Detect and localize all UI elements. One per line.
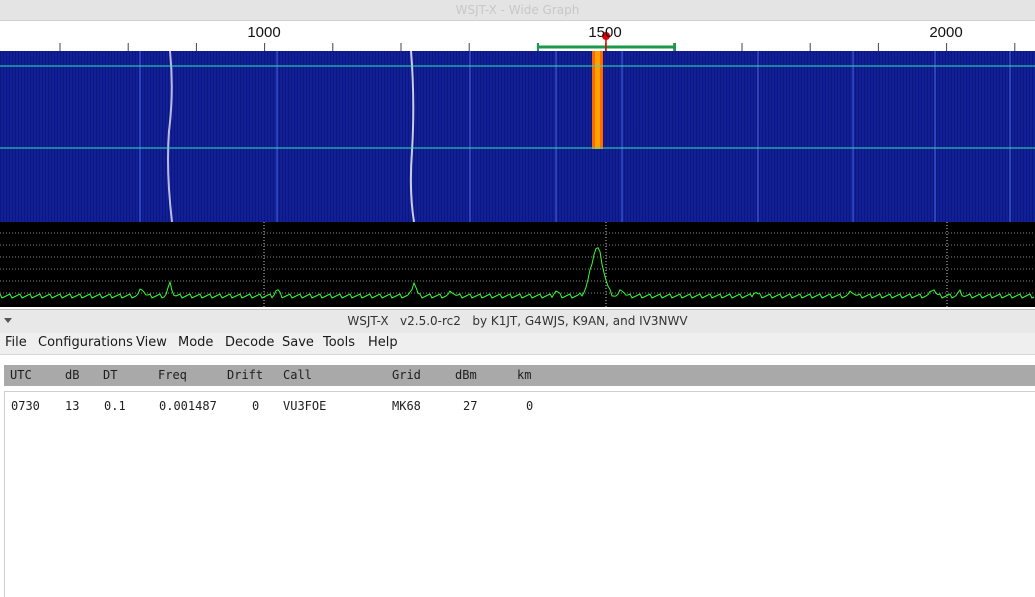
cell-db: 13 bbox=[65, 399, 80, 413]
decode-table-body[interactable]: 0730 13 0.1 0.001487 0 VU3FOE MK68 27 0 bbox=[4, 391, 1035, 597]
main-titlebar: WSJT-X v2.5.0-rc2 by K1JT, G4WJS, K9AN, … bbox=[0, 309, 1035, 333]
waterfall-svg bbox=[0, 51, 1035, 222]
menu-configurations[interactable]: Configurations bbox=[37, 335, 134, 350]
scale-label-2000: 2000 bbox=[929, 24, 962, 41]
waterfall-trace-left bbox=[167, 51, 173, 222]
cell-utc: 0730 bbox=[11, 399, 40, 413]
col-db[interactable]: dB bbox=[65, 368, 79, 382]
menu-bar: File Configurations View Mode Decode Sav… bbox=[0, 333, 1035, 355]
waterfall-faint-lines bbox=[139, 51, 1011, 222]
col-utc[interactable]: UTC bbox=[10, 368, 32, 382]
waterfall-trace-mid bbox=[409, 51, 415, 222]
col-dt[interactable]: DT bbox=[103, 368, 117, 382]
cell-dt: 0.1 bbox=[104, 399, 126, 413]
scale-label-1500: 1500 bbox=[588, 24, 621, 41]
menu-view[interactable]: View bbox=[135, 335, 168, 350]
cell-freq: 0.001487 bbox=[159, 399, 217, 413]
menu-decode[interactable]: Decode bbox=[224, 335, 275, 350]
menu-file[interactable]: File bbox=[4, 335, 28, 350]
col-grid[interactable]: Grid bbox=[392, 368, 421, 382]
spectrum-grid bbox=[0, 232, 1035, 294]
waterfall-display[interactable] bbox=[0, 51, 1035, 222]
col-dbm[interactable]: dBm bbox=[455, 368, 477, 382]
menu-tools[interactable]: Tools bbox=[322, 335, 356, 350]
cell-drift: 0 bbox=[252, 399, 260, 413]
spectrum-svg bbox=[0, 222, 1035, 307]
col-call[interactable]: Call bbox=[283, 368, 312, 382]
spectrum-trace bbox=[0, 247, 1035, 299]
main-window-title: WSJT-X v2.5.0-rc2 by K1JT, G4WJS, K9AN, … bbox=[347, 314, 688, 328]
spectrum-plot[interactable] bbox=[0, 222, 1035, 307]
wide-graph-title: WSJT-X - Wide Graph bbox=[455, 3, 580, 17]
cell-km: 0 bbox=[526, 399, 534, 413]
menu-mode[interactable]: Mode bbox=[177, 335, 214, 350]
cell-call: VU3FOE bbox=[283, 399, 327, 413]
menu-save[interactable]: Save bbox=[281, 335, 315, 350]
col-km[interactable]: km bbox=[517, 368, 531, 382]
cell-grid: MK68 bbox=[392, 399, 421, 413]
cell-dbm: 27 bbox=[463, 399, 478, 413]
frequency-scale-svg: 1000 1500 2000 bbox=[59, 24, 1016, 51]
wide-graph-titlebar: WSJT-X - Wide Graph bbox=[0, 0, 1035, 21]
menu-help[interactable]: Help bbox=[367, 335, 399, 350]
col-drift[interactable]: Drift bbox=[227, 368, 263, 382]
scale-label-1000: 1000 bbox=[247, 24, 280, 41]
decode-table-header: UTC dB DT Freq Drift Call Grid dBm km bbox=[4, 365, 1035, 386]
col-freq[interactable]: Freq bbox=[158, 368, 187, 382]
frequency-scale[interactable]: 1000 1500 2000 bbox=[0, 21, 1035, 51]
